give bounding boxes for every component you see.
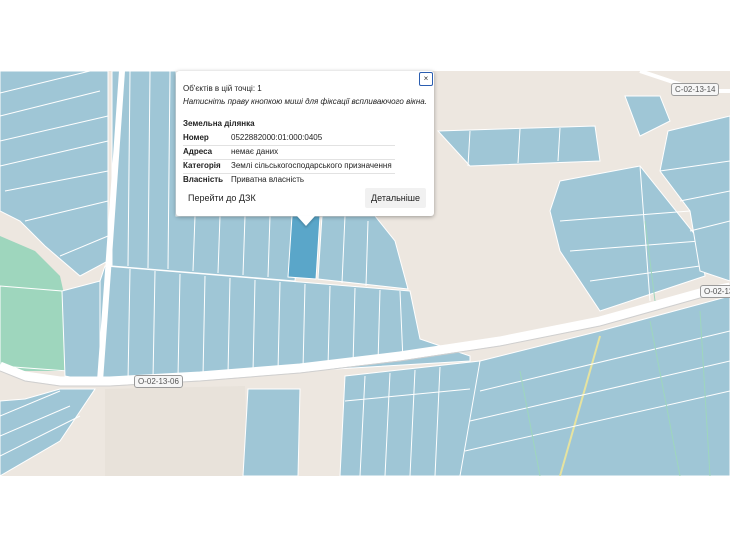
bare-land-south [105, 386, 248, 476]
details-button[interactable]: Детальніше [365, 188, 426, 208]
field-key: Адреса [183, 147, 213, 156]
field-value: Землі сільськогосподарського призначення [231, 161, 392, 170]
road-label-north: С-02-13-14 [671, 83, 720, 96]
close-icon: × [423, 74, 429, 83]
section-title: Земельна ділянка [183, 119, 255, 128]
field-row-number: Номер 0522882000:01:000:0405 [183, 132, 395, 146]
field-value: Приватна власність [231, 175, 305, 184]
field-key: Категорія [183, 161, 221, 170]
field-key: Номер [183, 133, 209, 142]
field-row-address: Адреса немає даних [183, 146, 395, 160]
road-label-east: О-02-13-06 [700, 285, 730, 298]
popup-hint: Натисніть праву кнопкою миші для фіксаці… [183, 97, 427, 106]
object-count: Об'єктів в цій точці: 1 [183, 84, 262, 93]
parcel-west-south-edge[interactable] [61, 280, 101, 384]
parcel-south-strip[interactable] [242, 388, 301, 476]
popup-pointer [297, 216, 315, 226]
field-value: 0522882000:01:000:0405 [231, 133, 323, 142]
road-label-main: О-02-13-06 [134, 375, 183, 388]
field-row-category: Категорія Землі сільськогосподарського п… [183, 160, 395, 174]
go-to-dzk-button[interactable]: Перейти до ДЗК [182, 188, 262, 208]
parcel-info-popup: × Об'єктів в цій точці: 1 Натисніть прав… [176, 71, 434, 216]
green-parcel-west-south[interactable] [0, 285, 69, 372]
close-button[interactable]: × [419, 72, 433, 86]
field-key: Власність [183, 175, 224, 184]
field-value: немає даних [231, 147, 279, 156]
field-row-ownership: Власність Приватна власність [183, 174, 395, 187]
